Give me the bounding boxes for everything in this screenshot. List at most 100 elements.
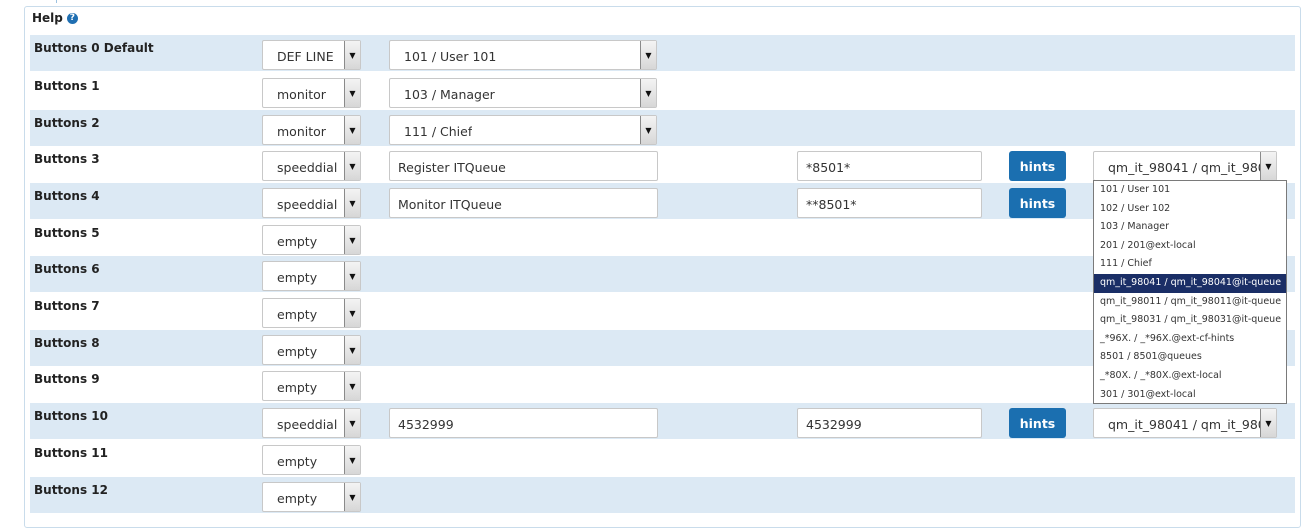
- button-type-select[interactable]: empty ▼: [262, 261, 361, 291]
- button-row-label: Buttons 4: [34, 189, 100, 203]
- hints-select-value: qm_it_98041 / qm_it_98041@it-queue: [1108, 160, 1260, 175]
- button-row-label: Buttons 2: [34, 116, 100, 130]
- button-row-label: Buttons 12: [34, 483, 108, 497]
- dropdown-option[interactable]: 8501 / 8501@queues: [1094, 348, 1286, 367]
- chevron-down-icon[interactable]: ▼: [640, 116, 656, 144]
- dropdown-option[interactable]: qm_it_98031 / qm_it_98031@it-queue: [1094, 311, 1286, 330]
- extension-select[interactable]: 103 / Manager ▼: [389, 78, 657, 108]
- button-type-select[interactable]: speeddial ▼: [262, 188, 361, 218]
- button-row-label: Buttons 0 Default: [34, 41, 154, 55]
- speeddial-name-input[interactable]: 4532999: [389, 408, 658, 438]
- chevron-down-icon[interactable]: ▼: [344, 372, 360, 400]
- chevron-down-icon[interactable]: ▼: [344, 446, 360, 474]
- chevron-down-icon[interactable]: ▼: [344, 409, 360, 437]
- button-row: Buttons 3 speeddial ▼ Register ITQueue *8501…: [30, 146, 1295, 182]
- chevron-down-icon[interactable]: ▼: [640, 41, 656, 69]
- dropdown-option[interactable]: 103 / Manager: [1094, 218, 1286, 237]
- extension-select[interactable]: 101 / User 101 ▼: [389, 40, 657, 70]
- button-row-label: Buttons 7: [34, 299, 100, 313]
- dropdown-option[interactable]: 102 / User 102: [1094, 200, 1286, 219]
- button-type-select-value: empty: [277, 380, 318, 395]
- extension-select-value: 103 / Manager: [404, 87, 495, 102]
- speeddial-number-value: 4532999: [806, 417, 862, 432]
- dropdown-option[interactable]: qm_it_98011 / qm_it_98011@it-queue: [1094, 293, 1286, 312]
- help-link[interactable]: Help ?: [32, 11, 78, 25]
- button-type-select-value: empty: [277, 307, 318, 322]
- extension-select-value: 111 / Chief: [404, 124, 473, 139]
- button-type-select-value: empty: [277, 344, 318, 359]
- button-type-select-value: speeddial: [277, 160, 338, 175]
- speeddial-number-value: **8501*: [806, 197, 857, 212]
- chevron-down-icon[interactable]: ▼: [640, 79, 656, 107]
- button-row-label: Buttons 8: [34, 336, 100, 350]
- button-type-select[interactable]: empty ▼: [262, 335, 361, 365]
- button-type-select-value: speeddial: [277, 417, 338, 432]
- chevron-down-icon[interactable]: ▼: [1260, 152, 1276, 180]
- hints-button[interactable]: hints: [1009, 408, 1066, 438]
- button-type-select[interactable]: DEF LINE ▼: [262, 40, 361, 70]
- speeddial-name-input[interactable]: Monitor ITQueue: [389, 188, 658, 218]
- hints-button[interactable]: hints: [1009, 188, 1066, 218]
- button-row-label: Buttons 5: [34, 226, 100, 240]
- button-row: Buttons 12 empty ▼: [30, 477, 1295, 513]
- dropdown-option[interactable]: _*96X. / _*96X.@ext-cf-hints: [1094, 330, 1286, 349]
- speeddial-number-input[interactable]: *8501*: [797, 151, 982, 181]
- speeddial-number-input[interactable]: **8501*: [797, 188, 982, 218]
- button-type-select-value: speeddial: [277, 197, 338, 212]
- button-type-select-value: empty: [277, 454, 318, 469]
- chevron-down-icon[interactable]: ▼: [344, 41, 360, 69]
- dropdown-option[interactable]: 111 / Chief: [1094, 255, 1286, 274]
- chevron-down-icon[interactable]: ▼: [344, 483, 360, 511]
- button-row: Buttons 1 monitor ▼ 103 / Manager ▼: [30, 73, 1295, 109]
- button-row: Buttons 10 speeddial ▼ 4532999 4532999 hints q…: [30, 403, 1295, 439]
- button-type-select-value: DEF LINE: [277, 49, 334, 64]
- question-circle-icon[interactable]: ?: [66, 12, 78, 24]
- button-row-label: Buttons 9: [34, 372, 100, 386]
- chevron-down-icon[interactable]: ▼: [344, 189, 360, 217]
- button-row: Buttons 11 empty ▼: [30, 440, 1295, 476]
- chevron-down-icon[interactable]: ▼: [344, 299, 360, 327]
- chevron-down-icon[interactable]: ▼: [344, 226, 360, 254]
- button-type-select[interactable]: empty ▼: [262, 445, 361, 475]
- chevron-down-icon[interactable]: ▼: [344, 116, 360, 144]
- button-type-select[interactable]: monitor ▼: [262, 115, 361, 145]
- dropdown-option[interactable]: 301 / 301@ext-local: [1094, 386, 1286, 405]
- chevron-down-icon[interactable]: ▼: [344, 262, 360, 290]
- dropdown-option[interactable]: 201 / 201@ext-local: [1094, 237, 1286, 256]
- button-type-select-value: monitor: [277, 124, 326, 139]
- chevron-down-icon[interactable]: ▼: [344, 79, 360, 107]
- chevron-down-icon[interactable]: ▼: [344, 152, 360, 180]
- speeddial-name-input[interactable]: Register ITQueue: [389, 151, 658, 181]
- button-row-label: Buttons 3: [34, 152, 100, 166]
- dropdown-option[interactable]: _*80X. / _*80X.@ext-local: [1094, 367, 1286, 386]
- button-type-select[interactable]: speeddial ▼: [262, 151, 361, 181]
- hints-dropdown-list[interactable]: 101 / User 101 102 / User 102 103 / Manage…: [1093, 180, 1287, 404]
- speeddial-name-value: Register ITQueue: [398, 160, 506, 175]
- hints-select[interactable]: qm_it_98041 / qm_it_98041@it-queue▼: [1093, 408, 1277, 438]
- chevron-down-icon[interactable]: ▼: [1260, 409, 1276, 437]
- button-type-select[interactable]: speeddial ▼: [262, 408, 361, 438]
- chevron-down-icon[interactable]: ▼: [344, 336, 360, 364]
- button-row: Buttons 2 monitor ▼ 111 / Chief ▼: [30, 110, 1295, 146]
- button-type-select[interactable]: empty ▼: [262, 225, 361, 255]
- hints-select-value: qm_it_98041 / qm_it_98041@it-queue: [1108, 417, 1260, 432]
- button-row-label: Buttons 10: [34, 409, 108, 423]
- dropdown-option[interactable]: 101 / User 101: [1094, 181, 1286, 200]
- button-type-select[interactable]: empty ▼: [262, 482, 361, 512]
- button-row-label: Buttons 1: [34, 79, 100, 93]
- help-label: Help: [32, 11, 63, 25]
- speeddial-number-value: *8501*: [806, 160, 851, 175]
- button-row-label: Buttons 11: [34, 446, 108, 460]
- hints-button[interactable]: hints: [1009, 151, 1066, 181]
- button-row-label: Buttons 6: [34, 262, 100, 276]
- speeddial-name-value: Monitor ITQueue: [398, 197, 502, 212]
- button-type-select[interactable]: empty ▼: [262, 298, 361, 328]
- extension-select[interactable]: 111 / Chief ▼: [389, 115, 657, 145]
- speeddial-number-input[interactable]: 4532999: [797, 408, 982, 438]
- button-type-select-value: monitor: [277, 87, 326, 102]
- dropdown-option[interactable]: qm_it_98041 / qm_it_98041@it-queue: [1094, 273, 1286, 293]
- panel-top-edge: [56, 0, 67, 3]
- button-type-select[interactable]: monitor ▼: [262, 78, 361, 108]
- button-type-select[interactable]: empty ▼: [262, 371, 361, 401]
- hints-select[interactable]: qm_it_98041 / qm_it_98041@it-queue▼: [1093, 151, 1277, 181]
